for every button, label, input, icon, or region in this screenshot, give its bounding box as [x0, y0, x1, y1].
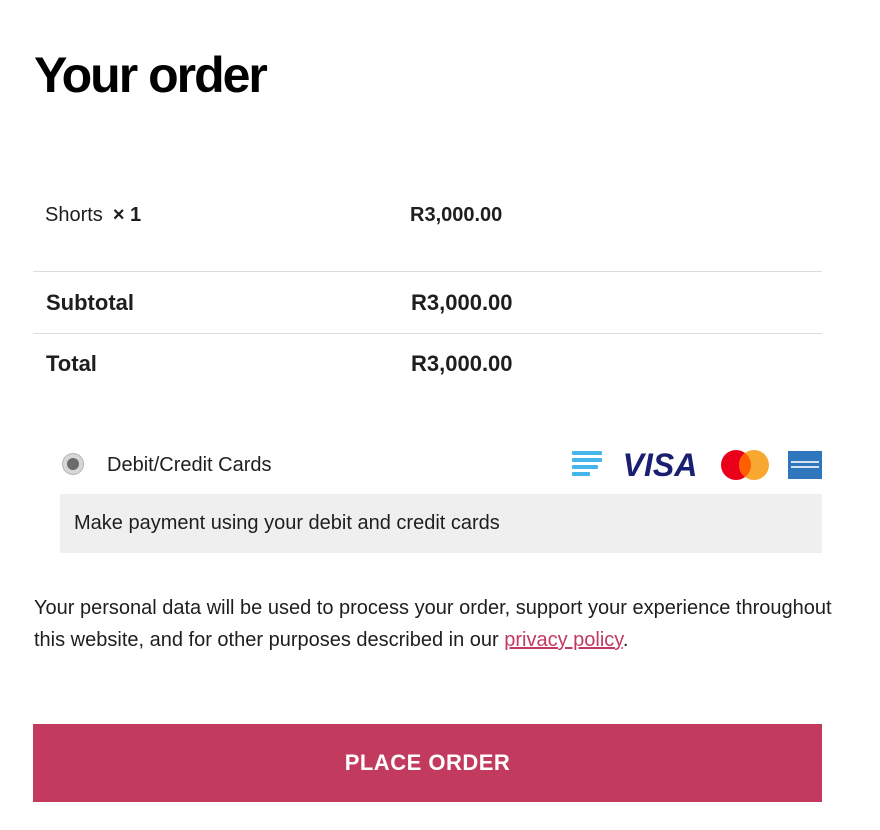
order-item-row: Shorts × 1 R3,000.00: [33, 200, 822, 230]
privacy-notice: Your personal data will be used to proce…: [34, 592, 834, 656]
privacy-policy-link[interactable]: privacy policy: [504, 629, 623, 651]
privacy-text: Your personal data will be used to proce…: [34, 597, 832, 651]
payment-method-label[interactable]: Debit/Credit Cards: [107, 450, 272, 480]
visa-icon: VISA: [623, 448, 698, 482]
divider: [33, 271, 822, 272]
subtotal-label: Subtotal: [46, 290, 134, 315]
amex-icon: [788, 451, 822, 479]
divider: [33, 333, 822, 334]
card-stack-icon: [572, 451, 602, 476]
privacy-text-end: .: [622, 629, 629, 651]
visa-text: VISA: [623, 448, 698, 482]
place-order-button[interactable]: PLACE ORDER: [33, 724, 822, 802]
page-title: Your order: [34, 47, 268, 103]
payment-method-radio[interactable]: [62, 453, 84, 475]
card-icons: VISA: [570, 448, 822, 482]
item-name: Shorts: [45, 204, 103, 226]
item-quantity: × 1: [112, 204, 142, 226]
order-review: Your order Shorts × 1 R3,000.00 Subtotal …: [0, 0, 880, 830]
total-value: R3,000.00: [411, 351, 513, 376]
payment-description-text: Make payment using your debit and credit…: [74, 512, 500, 534]
subtotal-row: Subtotal R3,000.00: [33, 288, 822, 318]
mastercard-icon: [721, 450, 769, 480]
payment-method-description: Make payment using your debit and credit…: [60, 494, 822, 553]
item-price: R3,000.00: [410, 204, 503, 226]
total-row: Total R3,000.00: [33, 349, 822, 379]
subtotal-value: R3,000.00: [411, 290, 513, 315]
total-label: Total: [46, 351, 97, 376]
payment-method-option[interactable]: Debit/Credit Cards VISA: [60, 448, 822, 482]
